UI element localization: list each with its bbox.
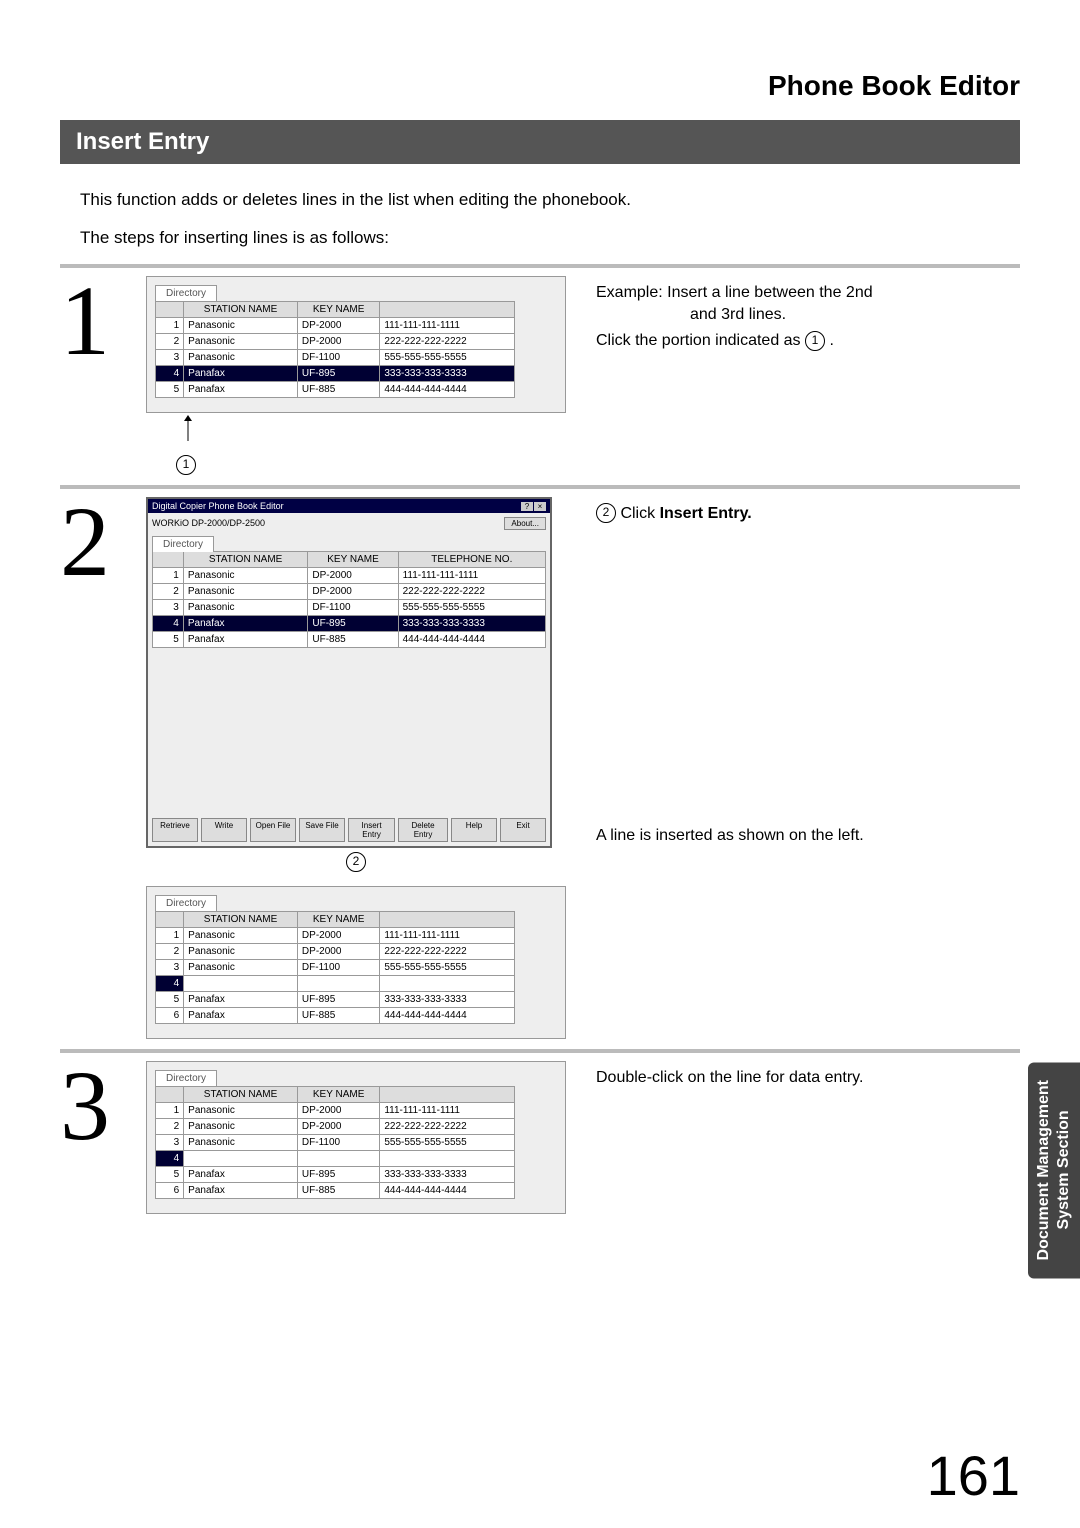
col-key: KEY NAME bbox=[297, 301, 379, 317]
step-number: 3 bbox=[60, 1061, 130, 1151]
table-row[interactable]: 5PanafaxUF-895333-333-333-3333 bbox=[156, 1166, 515, 1182]
app-window: Digital Copier Phone Book Editor ?× WORK… bbox=[146, 497, 552, 848]
exit-button[interactable]: Exit bbox=[500, 818, 546, 842]
table-row[interactable]: 3PanasonicDF-1100555-555-555-5555 bbox=[156, 959, 515, 975]
directory-tab[interactable]: Directory bbox=[155, 895, 217, 911]
directory-table: STATION NAME KEY NAME 1PanasonicDP-20001… bbox=[155, 301, 515, 398]
directory-tab[interactable]: Directory bbox=[155, 285, 217, 301]
table-row[interactable]: 1PanasonicDP-2000111-111-111-1111 bbox=[156, 927, 515, 943]
delete-entry-button[interactable]: Delete Entry bbox=[398, 818, 448, 842]
table-row[interactable]: 1PanasonicDP-2000111-111-111-1111 bbox=[153, 567, 546, 583]
table-row[interactable]: 6PanafaxUF-885444-444-444-4444 bbox=[156, 1007, 515, 1023]
directory-panel: Directory STATION NAME KEY NAME 1Panason… bbox=[146, 276, 566, 413]
section-header: Insert Entry bbox=[60, 120, 1020, 164]
table-row[interactable]: 1PanasonicDP-2000111-111-111-1111 bbox=[156, 317, 515, 333]
save-file-button[interactable]: Save File bbox=[299, 818, 345, 842]
table-row[interactable]: 4 bbox=[156, 975, 515, 991]
directory-tab[interactable]: Directory bbox=[152, 536, 214, 552]
table-row[interactable]: 2PanasonicDP-2000222-222-222-2222 bbox=[156, 333, 515, 349]
retrieve-button[interactable]: Retrieve bbox=[152, 818, 198, 842]
table-row[interactable]: 4 bbox=[156, 1150, 515, 1166]
table-row[interactable]: 3PanasonicDF-1100555-555-555-5555 bbox=[156, 1134, 515, 1150]
col-tel bbox=[380, 301, 515, 317]
window-controls[interactable]: ?× bbox=[520, 501, 546, 511]
col-station: STATION NAME bbox=[184, 301, 298, 317]
callout-circle-2: 2 bbox=[346, 852, 366, 872]
result-table: STATION NAME KEY NAME 1PanasonicDP-20001… bbox=[155, 911, 515, 1024]
table-row[interactable]: 2PanasonicDP-2000222-222-222-2222 bbox=[153, 583, 546, 599]
directory-table: STATION NAME KEY NAME 1PanasonicDP-20001… bbox=[155, 1086, 515, 1199]
insert-instruction: 2 Click Insert Entry. bbox=[596, 503, 1020, 525]
table-row[interactable]: 4PanafaxUF-895333-333-333-3333 bbox=[153, 615, 546, 631]
intro-line2: The steps for inserting lines is as foll… bbox=[80, 226, 1020, 250]
result-text: A line is inserted as shown on the left. bbox=[596, 825, 1020, 847]
example-line: Example: Insert a line between the 2nd bbox=[596, 282, 1020, 304]
write-button[interactable]: Write bbox=[201, 818, 247, 842]
directory-tab[interactable]: Directory bbox=[155, 1070, 217, 1086]
table-row[interactable]: 5PanafaxUF-885444-444-444-4444 bbox=[153, 631, 546, 647]
table-row[interactable]: 1PanasonicDP-2000111-111-111-1111 bbox=[156, 1102, 515, 1118]
step-1: 1 Directory STATION NAME KEY NAME 1Panas… bbox=[60, 264, 1020, 475]
app-subtitle: WORKiO DP-2000/DP-2500 bbox=[152, 518, 265, 528]
open-file-button[interactable]: Open File bbox=[250, 818, 296, 842]
help-button[interactable]: Help bbox=[451, 818, 497, 842]
table-row[interactable]: 5PanafaxUF-895333-333-333-3333 bbox=[156, 991, 515, 1007]
result-panel: Directory STATION NAME KEY NAME 1Panason… bbox=[146, 886, 566, 1039]
table-row[interactable]: 5PanafaxUF-885444-444-444-4444 bbox=[156, 381, 515, 397]
table-row[interactable]: 2PanasonicDP-2000222-222-222-2222 bbox=[156, 943, 515, 959]
step-number: 1 bbox=[60, 276, 130, 366]
callout-circle-1: 1 bbox=[176, 455, 196, 475]
step-number: 2 bbox=[60, 497, 130, 587]
table-row[interactable]: 6PanafaxUF-885444-444-444-4444 bbox=[156, 1182, 515, 1198]
step-3: 3 Directory STATION NAME KEY NAME 1Panas… bbox=[60, 1049, 1020, 1214]
table-row[interactable]: 4PanafaxUF-895333-333-333-3333 bbox=[156, 365, 515, 381]
insert-entry-button[interactable]: Insert Entry bbox=[348, 818, 395, 842]
intro-line1: This function adds or deletes lines in t… bbox=[80, 188, 1020, 212]
directory-table: STATION NAME KEY NAME TELEPHONE NO. 1Pan… bbox=[152, 551, 546, 648]
example-line2: and 3rd lines. bbox=[690, 304, 1020, 326]
table-row[interactable]: 3PanasonicDF-1100555-555-555-5555 bbox=[156, 349, 515, 365]
about-button[interactable]: About... bbox=[504, 517, 546, 530]
side-tab: Document ManagementSystem Section bbox=[1028, 1062, 1080, 1278]
page-title: Phone Book Editor bbox=[60, 70, 1020, 102]
directory-panel: Directory STATION NAME KEY NAME 1Panason… bbox=[146, 1061, 566, 1214]
page-number: 161 bbox=[927, 1443, 1020, 1508]
click-instruction: Click the portion indicated as 1 . bbox=[596, 330, 1020, 352]
button-row: RetrieveWriteOpen FileSave FileInsert En… bbox=[152, 818, 546, 842]
doubleclick-instruction: Double-click on the line for data entry. bbox=[596, 1067, 1020, 1089]
window-title: Digital Copier Phone Book Editor bbox=[152, 501, 284, 511]
table-row[interactable]: 2PanasonicDP-2000222-222-222-2222 bbox=[156, 1118, 515, 1134]
callout-arrow bbox=[182, 415, 222, 455]
table-row[interactable]: 3PanasonicDF-1100555-555-555-5555 bbox=[153, 599, 546, 615]
step-2: 2 Digital Copier Phone Book Editor ?× WO… bbox=[60, 485, 1020, 1039]
